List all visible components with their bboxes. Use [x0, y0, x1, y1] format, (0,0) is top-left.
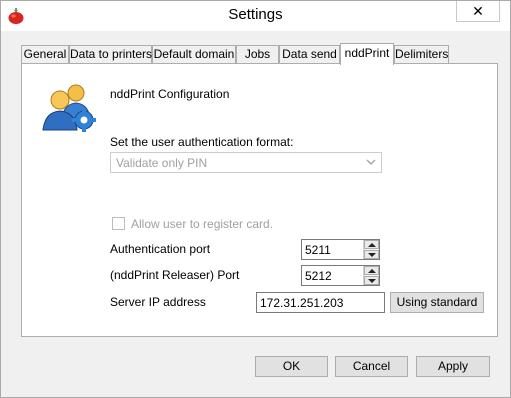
- panel-heading: nddPrint Configuration: [110, 87, 230, 101]
- auth-port-up-button[interactable]: [364, 240, 379, 249]
- auth-format-select[interactable]: Validate only PIN: [110, 152, 382, 173]
- arrow-up-icon: [368, 269, 376, 273]
- releaser-port-value: 5212: [305, 269, 332, 283]
- tab-nddprint[interactable]: nddPrint: [340, 43, 394, 65]
- using-standard-button[interactable]: Using standard: [390, 292, 484, 313]
- tab-delimiters[interactable]: Delimiters: [394, 45, 449, 63]
- releaser-port-spin: [363, 266, 379, 285]
- settings-window: Settings ✕ General Data to printers Defa…: [0, 0, 511, 398]
- auth-port-stepper[interactable]: 5211: [301, 239, 380, 260]
- register-card-label: Allow user to register card.: [131, 217, 274, 231]
- apply-button[interactable]: Apply: [416, 356, 490, 377]
- auth-port-spin: [363, 240, 379, 259]
- nddprint-tab-panel: nddPrint Configuration Set the user auth…: [21, 63, 498, 337]
- auth-port-label: Authentication port: [110, 242, 211, 256]
- users-gear-icon: [40, 80, 98, 134]
- arrow-up-icon: [368, 243, 376, 247]
- releaser-port-stepper[interactable]: 5212: [301, 265, 380, 286]
- releaser-port-up-button[interactable]: [364, 266, 379, 275]
- server-ip-label: Server IP address: [110, 295, 206, 309]
- auth-format-label: Set the user authentication format:: [110, 135, 294, 149]
- auth-format-value: Validate only PIN: [116, 156, 208, 170]
- arrow-down-icon: [368, 253, 376, 257]
- register-card-checkbox[interactable]: [112, 217, 125, 230]
- releaser-port-label: (nddPrint Releaser) Port: [110, 268, 240, 282]
- title-bar[interactable]: Settings ✕: [1, 1, 510, 31]
- tab-default-domain[interactable]: Default domain: [152, 45, 236, 63]
- server-ip-input[interactable]: 172.31.251.203: [256, 292, 385, 313]
- ok-button[interactable]: OK: [255, 356, 328, 377]
- cancel-button[interactable]: Cancel: [335, 356, 408, 377]
- releaser-port-down-button[interactable]: [364, 276, 379, 285]
- close-icon: ✕: [472, 3, 484, 19]
- chevron-down-icon: [364, 155, 378, 169]
- server-ip-value: 172.31.251.203: [260, 296, 344, 310]
- auth-port-down-button[interactable]: [364, 250, 379, 259]
- arrow-down-icon: [368, 279, 376, 283]
- close-button[interactable]: ✕: [456, 1, 500, 22]
- tab-general[interactable]: General: [21, 45, 69, 63]
- tab-jobs[interactable]: Jobs: [236, 45, 279, 63]
- window-title: Settings: [228, 6, 283, 23]
- tab-data-to-printers[interactable]: Data to printers: [69, 45, 152, 63]
- auth-port-value: 5211: [305, 243, 331, 257]
- tab-data-send[interactable]: Data send: [279, 45, 340, 63]
